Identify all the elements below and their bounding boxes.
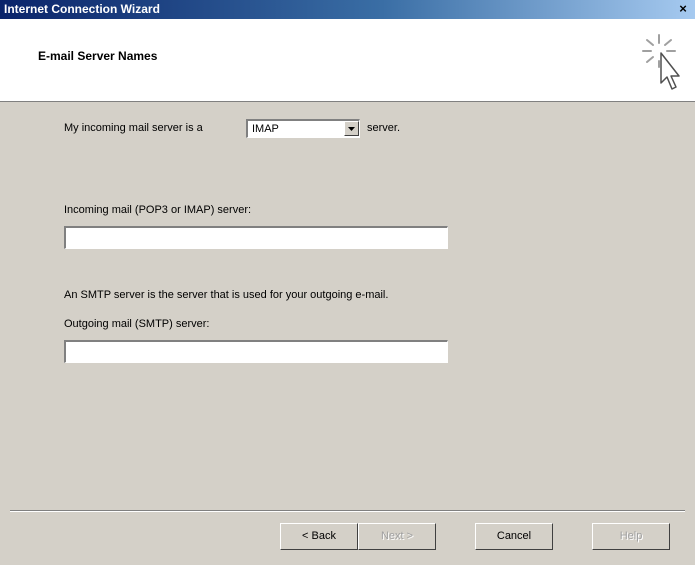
next-button[interactable]: Next > [358,523,436,550]
outgoing-server-input[interactable] [64,340,448,363]
dropdown-arrow-button[interactable] [344,121,359,136]
button-separator [10,510,685,512]
page-title: E-mail Server Names [38,49,158,63]
window-title: Internet Connection Wizard [4,2,160,16]
wizard-window: Internet Connection Wizard × E-mail Serv… [0,0,695,565]
smtp-description: An SMTP server is the server that is use… [64,289,389,301]
incoming-server-type-value: IMAP [252,123,279,135]
chevron-down-icon [348,127,355,131]
wizard-header: E-mail Server Names [0,19,695,102]
incoming-server-label: Incoming mail (POP3 or IMAP) server: [64,204,252,216]
outgoing-server-label: Outgoing mail (SMTP) server: [64,318,210,330]
title-bar[interactable]: Internet Connection Wizard × [0,0,695,19]
wizard-cursor-icon [642,34,680,90]
back-button[interactable]: < Back [280,523,358,550]
incoming-type-label: My incoming mail server is a [64,122,203,134]
close-button[interactable]: × [675,2,691,16]
incoming-type-suffix: server. [367,122,401,134]
cancel-button[interactable]: Cancel [475,523,553,550]
incoming-server-type-select[interactable]: IMAP [246,119,360,138]
help-button[interactable]: Help [592,523,670,550]
incoming-server-input[interactable] [64,226,448,249]
